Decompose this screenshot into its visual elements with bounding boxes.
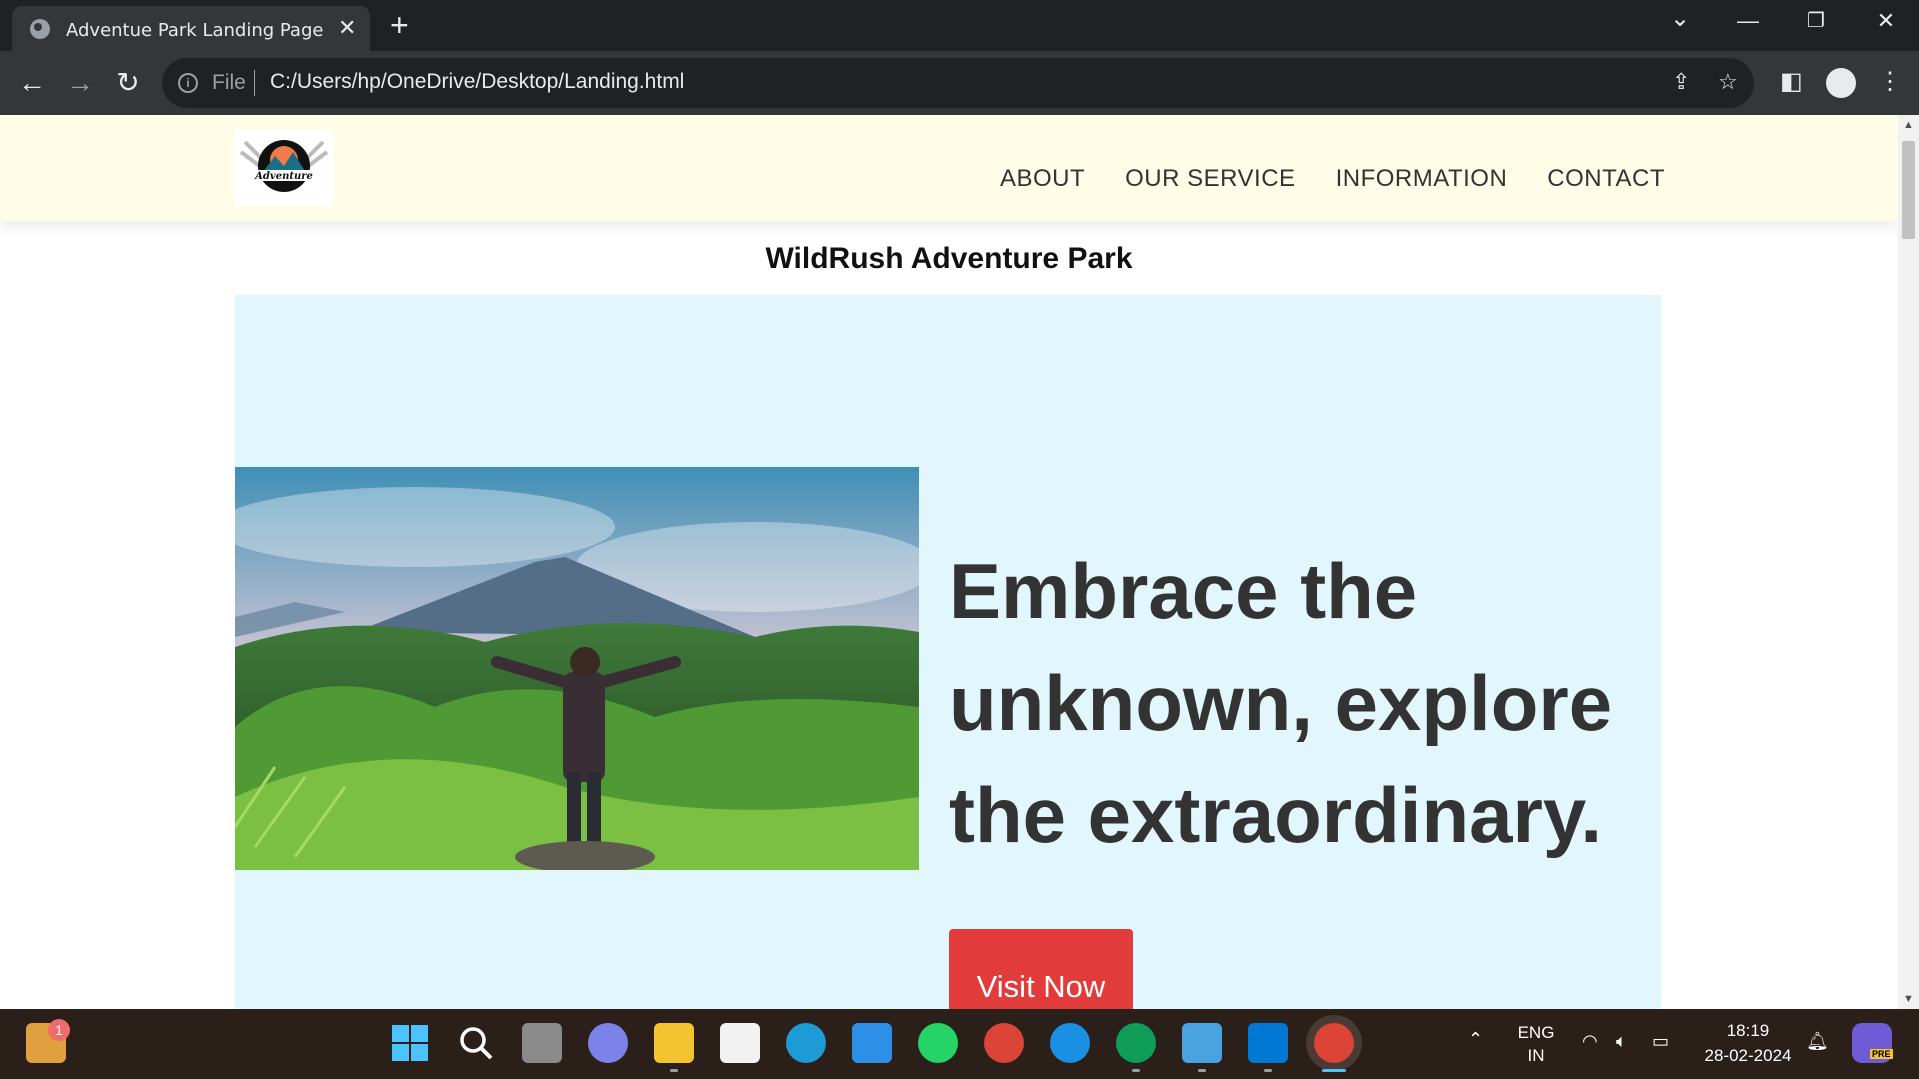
widgets-icon[interactable]: 1 <box>26 1019 70 1063</box>
file-explorer-icon[interactable] <box>654 1023 694 1063</box>
edge-browser-icon[interactable] <box>786 1023 826 1063</box>
get-help-icon[interactable] <box>1050 1023 1090 1063</box>
vscode-icon[interactable] <box>1248 1023 1288 1063</box>
side-panel-icon[interactable]: ◧ <box>1780 67 1803 96</box>
logo-wordmark: Adventure <box>254 171 313 182</box>
nav-link-our-service[interactable]: OUR SERVICE <box>1125 165 1295 193</box>
info-icon[interactable]: i <box>178 73 198 93</box>
chrome-active-icon[interactable] <box>1314 1023 1354 1063</box>
mail-icon[interactable] <box>852 1023 892 1063</box>
start-button[interactable] <box>390 1023 430 1063</box>
restore-button[interactable]: ❐ <box>1796 8 1836 33</box>
volume-muted-icon[interactable]: 🔈︎ <box>1616 1031 1627 1052</box>
scheme-label: File <box>212 71 246 94</box>
screen: Adventue Park Landing Page ✕ + ⌄ — ❐ ✕ ←… <box>0 0 1919 1079</box>
battery-icon[interactable]: ▭ <box>1652 1031 1669 1052</box>
site-logo[interactable]: Adventure <box>235 130 333 206</box>
clock-date[interactable]: 28-02-2024 <box>1700 1046 1796 1066</box>
wifi-icon[interactable]: ◠ <box>1582 1031 1598 1052</box>
notification-bell-icon[interactable]: 🔔︎ <box>1806 1031 1829 1052</box>
scroll-down-arrow-icon[interactable]: ▼ <box>1903 993 1914 1005</box>
scroll-up-arrow-icon[interactable]: ▲ <box>1903 119 1914 131</box>
running-indicator <box>670 1069 678 1072</box>
taskbar: 1 ⌃ ENG IN ◠ 🔈︎ ▭ 18:19 28-02-2024 🔔︎ PR… <box>0 1009 1919 1079</box>
url-text[interactable]: C:/Users/hp/OneDrive/Desktop/Landing.htm… <box>270 70 684 94</box>
notepad-icon[interactable] <box>1182 1023 1222 1063</box>
running-indicator <box>1264 1069 1272 1072</box>
site-header: Adventure ABOUT OUR SERVICE INFORMATION … <box>0 115 1898 221</box>
site-nav: ABOUT OUR SERVICE INFORMATION CONTACT <box>1000 165 1665 193</box>
language-code[interactable]: ENG <box>1516 1023 1556 1043</box>
new-tab-button[interactable]: + <box>390 9 409 41</box>
address-bar[interactable]: i File C:/Users/hp/OneDrive/Desktop/Land… <box>162 58 1754 108</box>
page-viewport: Adventure ABOUT OUR SERVICE INFORMATION … <box>0 115 1898 1009</box>
visit-now-button[interactable]: Visit Now <box>949 929 1133 1009</box>
clock-time[interactable]: 18:19 <box>1700 1021 1796 1041</box>
browser-toolbar: ← → ↻ i File C:/Users/hp/OneDrive/Deskto… <box>0 51 1919 115</box>
running-indicator <box>1198 1069 1206 1072</box>
active-indicator <box>1322 1069 1346 1072</box>
close-tab-icon[interactable]: ✕ <box>338 16 356 40</box>
globe-icon <box>30 19 50 39</box>
hidden-icons-chevron-icon[interactable]: ⌃ <box>1468 1029 1483 1050</box>
hero-section: Embrace the unknown, explore the extraor… <box>235 295 1661 1009</box>
tab-title: Adventue Park Landing Page <box>66 20 324 41</box>
share-icon[interactable]: ⇪ <box>1672 69 1690 95</box>
language-region[interactable]: IN <box>1516 1046 1556 1066</box>
profile-avatar-icon[interactable] <box>1826 68 1856 98</box>
nav-link-about[interactable]: ABOUT <box>1000 165 1085 193</box>
microsoft-store-icon[interactable] <box>720 1023 760 1063</box>
teams-chat-icon[interactable] <box>588 1023 628 1063</box>
widget-badge: 1 <box>48 1019 70 1041</box>
page-scrollbar[interactable]: ▲ ▼ <box>1898 115 1919 1009</box>
nav-link-contact[interactable]: CONTACT <box>1547 165 1665 193</box>
copilot-icon[interactable]: PRE <box>1852 1023 1893 1063</box>
close-window-button[interactable]: ✕ <box>1866 8 1906 34</box>
minimize-button[interactable]: — <box>1728 8 1768 34</box>
chrome-profile-icon[interactable] <box>1116 1023 1156 1063</box>
bookmark-star-icon[interactable]: ☆ <box>1718 69 1738 95</box>
scroll-thumb[interactable] <box>1902 141 1915 239</box>
task-view-icon[interactable] <box>522 1023 562 1063</box>
nav-link-information[interactable]: INFORMATION <box>1336 165 1508 193</box>
forward-arrow-icon[interactable]: → <box>62 65 98 101</box>
running-indicator <box>1132 1069 1140 1072</box>
hero-headline: Embrace the unknown, explore the extraor… <box>949 547 1613 859</box>
back-arrow-icon[interactable]: ← <box>14 65 50 101</box>
copilot-badge: PRE <box>1870 1049 1893 1059</box>
page-title: WildRush Adventure Park <box>765 242 1133 275</box>
search-icon[interactable] <box>456 1023 496 1063</box>
browser-tab[interactable]: Adventue Park Landing Page ✕ <box>12 6 370 51</box>
divider <box>254 70 255 96</box>
chrome-icon[interactable] <box>984 1023 1024 1063</box>
whatsapp-icon[interactable] <box>918 1023 958 1063</box>
reload-icon[interactable]: ↻ <box>110 65 146 101</box>
more-menu-icon[interactable]: ⋮ <box>1878 67 1902 96</box>
hero-image <box>235 467 919 870</box>
tab-search-icon[interactable]: ⌄ <box>1660 4 1700 33</box>
browser-tab-strip: Adventue Park Landing Page ✕ + ⌄ — ❐ ✕ <box>0 0 1919 51</box>
